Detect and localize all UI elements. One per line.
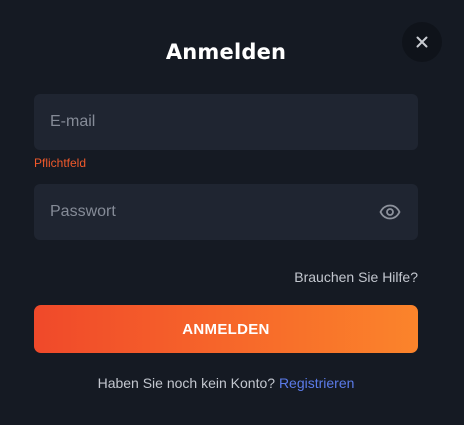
email-field[interactable]	[34, 94, 418, 150]
email-field-container	[34, 94, 418, 150]
login-submit-button[interactable]: ANMELDEN	[34, 305, 418, 353]
dialog-title: Anmelden	[165, 40, 287, 64]
toggle-password-visibility-button[interactable]	[378, 200, 402, 224]
password-field[interactable]	[34, 184, 378, 240]
eye-icon	[379, 204, 401, 220]
register-link[interactable]: Registrieren	[279, 375, 354, 391]
register-prompt: Haben Sie noch kein Konto? Registrieren	[0, 375, 452, 391]
password-field-container	[34, 184, 418, 240]
email-error-message: Pflichtfeld	[34, 156, 87, 170]
login-dialog: Anmelden Pflichtfeld Brauchen Sie Hilfe?…	[0, 0, 464, 425]
register-prompt-text: Haben Sie noch kein Konto?	[97, 375, 276, 391]
help-link[interactable]: Brauchen Sie Hilfe?	[294, 269, 418, 285]
